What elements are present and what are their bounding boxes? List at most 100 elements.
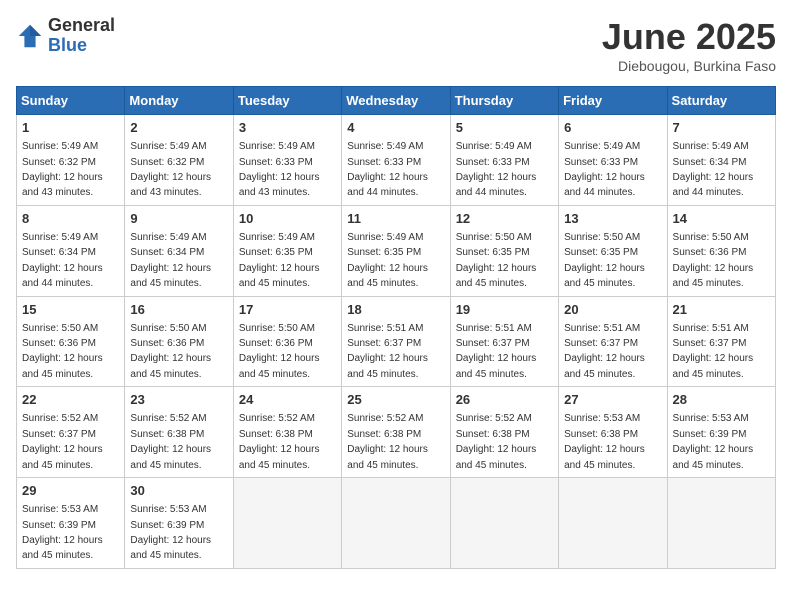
day-number: 28 bbox=[673, 391, 770, 409]
calendar-cell: 2 Sunrise: 5:49 AMSunset: 6:32 PMDaylight… bbox=[125, 115, 233, 206]
day-info: Sunrise: 5:50 AMSunset: 6:36 PMDaylight:… bbox=[22, 323, 103, 380]
logo-general-text: General bbox=[48, 16, 115, 36]
day-number: 16 bbox=[130, 301, 227, 319]
day-number: 20 bbox=[564, 301, 661, 319]
day-number: 3 bbox=[239, 119, 336, 137]
calendar-body: 1 Sunrise: 5:49 AMSunset: 6:32 PMDaylight… bbox=[17, 115, 776, 569]
day-info: Sunrise: 5:50 AMSunset: 6:36 PMDaylight:… bbox=[130, 323, 211, 380]
day-number: 11 bbox=[347, 210, 444, 228]
day-number: 25 bbox=[347, 391, 444, 409]
calendar-cell: 16 Sunrise: 5:50 AMSunset: 6:36 PMDayligh… bbox=[125, 296, 233, 387]
day-number: 22 bbox=[22, 391, 119, 409]
day-info: Sunrise: 5:50 AMSunset: 6:36 PMDaylight:… bbox=[673, 232, 754, 289]
calendar-cell: 30Sunrise: 5:53 AMSunset: 6:39 PMDayligh… bbox=[125, 478, 233, 569]
day-info: Sunrise: 5:49 AMSunset: 6:32 PMDaylight:… bbox=[130, 141, 211, 198]
calendar-header: Sunday Monday Tuesday Wednesday Thursday… bbox=[17, 87, 776, 115]
calendar-cell: 6 Sunrise: 5:49 AMSunset: 6:33 PMDaylight… bbox=[559, 115, 667, 206]
calendar-cell: 17Sunrise: 5:50 AMSunset: 6:36 PMDayligh… bbox=[233, 296, 341, 387]
day-info: Sunrise: 5:52 AMSunset: 6:38 PMDaylight:… bbox=[347, 413, 428, 470]
calendar-cell: 21Sunrise: 5:51 AMSunset: 6:37 PMDayligh… bbox=[667, 296, 775, 387]
header-monday: Monday bbox=[125, 87, 233, 115]
day-number: 14 bbox=[673, 210, 770, 228]
day-number: 2 bbox=[130, 119, 227, 137]
calendar-week-3: 15Sunrise: 5:50 AMSunset: 6:36 PMDayligh… bbox=[17, 296, 776, 387]
day-number: 18 bbox=[347, 301, 444, 319]
day-info: Sunrise: 5:49 AMSunset: 6:34 PMDaylight:… bbox=[130, 232, 211, 289]
logo-blue-text: Blue bbox=[48, 36, 115, 56]
day-number: 7 bbox=[673, 119, 770, 137]
header-wednesday: Wednesday bbox=[342, 87, 450, 115]
day-number: 4 bbox=[347, 119, 444, 137]
day-number: 17 bbox=[239, 301, 336, 319]
calendar-cell bbox=[342, 478, 450, 569]
calendar-cell: 10Sunrise: 5:49 AMSunset: 6:35 PMDayligh… bbox=[233, 205, 341, 296]
day-number: 27 bbox=[564, 391, 661, 409]
calendar-cell: 9 Sunrise: 5:49 AMSunset: 6:34 PMDaylight… bbox=[125, 205, 233, 296]
calendar-cell: 27 Sunrise: 5:53 AMSunset: 6:38 PMDayligh… bbox=[559, 387, 667, 478]
day-info: Sunrise: 5:52 AMSunset: 6:38 PMDaylight:… bbox=[239, 413, 320, 470]
day-info: Sunrise: 5:53 AMSunset: 6:38 PMDaylight:… bbox=[564, 413, 645, 470]
day-number: 13 bbox=[564, 210, 661, 228]
calendar-cell: 18Sunrise: 5:51 AMSunset: 6:37 PMDayligh… bbox=[342, 296, 450, 387]
month-title: June 2025 bbox=[602, 16, 776, 58]
calendar-cell: 14 Sunrise: 5:50 AMSunset: 6:36 PMDayligh… bbox=[667, 205, 775, 296]
day-number: 12 bbox=[456, 210, 553, 228]
calendar-cell: 13 Sunrise: 5:50 AMSunset: 6:35 PMDayligh… bbox=[559, 205, 667, 296]
calendar-cell: 7 Sunrise: 5:49 AMSunset: 6:34 PMDaylight… bbox=[667, 115, 775, 206]
calendar-cell: 3 Sunrise: 5:49 AMSunset: 6:33 PMDaylight… bbox=[233, 115, 341, 206]
day-info: Sunrise: 5:53 AMSunset: 6:39 PMDaylight:… bbox=[130, 504, 211, 561]
day-number: 5 bbox=[456, 119, 553, 137]
day-number: 10 bbox=[239, 210, 336, 228]
calendar-cell: 29Sunrise: 5:53 AMSunset: 6:39 PMDayligh… bbox=[17, 478, 125, 569]
calendar-cell: 15Sunrise: 5:50 AMSunset: 6:36 PMDayligh… bbox=[17, 296, 125, 387]
day-info: Sunrise: 5:49 AMSunset: 6:33 PMDaylight:… bbox=[239, 141, 320, 198]
calendar-cell: 23 Sunrise: 5:52 AMSunset: 6:38 PMDayligh… bbox=[125, 387, 233, 478]
calendar-week-2: 8 Sunrise: 5:49 AMSunset: 6:34 PMDaylight… bbox=[17, 205, 776, 296]
day-number: 1 bbox=[22, 119, 119, 137]
day-info: Sunrise: 5:53 AMSunset: 6:39 PMDaylight:… bbox=[22, 504, 103, 561]
day-info: Sunrise: 5:52 AMSunset: 6:38 PMDaylight:… bbox=[456, 413, 537, 470]
day-info: Sunrise: 5:50 AMSunset: 6:35 PMDaylight:… bbox=[564, 232, 645, 289]
header-sunday: Sunday bbox=[17, 87, 125, 115]
calendar-cell: 4 Sunrise: 5:49 AMSunset: 6:33 PMDaylight… bbox=[342, 115, 450, 206]
day-number: 6 bbox=[564, 119, 661, 137]
calendar-cell: 12Sunrise: 5:50 AMSunset: 6:35 PMDayligh… bbox=[450, 205, 558, 296]
day-info: Sunrise: 5:49 AMSunset: 6:33 PMDaylight:… bbox=[347, 141, 428, 198]
day-info: Sunrise: 5:52 AMSunset: 6:37 PMDaylight:… bbox=[22, 413, 103, 470]
day-info: Sunrise: 5:51 AMSunset: 6:37 PMDaylight:… bbox=[673, 323, 754, 380]
calendar-week-1: 1 Sunrise: 5:49 AMSunset: 6:32 PMDaylight… bbox=[17, 115, 776, 206]
day-info: Sunrise: 5:49 AMSunset: 6:34 PMDaylight:… bbox=[22, 232, 103, 289]
day-number: 9 bbox=[130, 210, 227, 228]
title-section: June 2025 Diebougou, Burkina Faso bbox=[602, 16, 776, 74]
calendar-cell: 11 Sunrise: 5:49 AMSunset: 6:35 PMDayligh… bbox=[342, 205, 450, 296]
header-tuesday: Tuesday bbox=[233, 87, 341, 115]
day-info: Sunrise: 5:53 AMSunset: 6:39 PMDaylight:… bbox=[673, 413, 754, 470]
calendar-cell: 24 Sunrise: 5:52 AMSunset: 6:38 PMDayligh… bbox=[233, 387, 341, 478]
calendar-cell bbox=[559, 478, 667, 569]
calendar-table: Sunday Monday Tuesday Wednesday Thursday… bbox=[16, 86, 776, 569]
calendar-cell bbox=[450, 478, 558, 569]
day-info: Sunrise: 5:49 AMSunset: 6:32 PMDaylight:… bbox=[22, 141, 103, 198]
logo-text: General Blue bbox=[48, 16, 115, 56]
calendar-cell: 25 Sunrise: 5:52 AMSunset: 6:38 PMDayligh… bbox=[342, 387, 450, 478]
day-info: Sunrise: 5:49 AMSunset: 6:33 PMDaylight:… bbox=[564, 141, 645, 198]
day-info: Sunrise: 5:49 AMSunset: 6:33 PMDaylight:… bbox=[456, 141, 537, 198]
calendar-cell: 22 Sunrise: 5:52 AMSunset: 6:37 PMDayligh… bbox=[17, 387, 125, 478]
day-number: 24 bbox=[239, 391, 336, 409]
calendar-week-5: 29Sunrise: 5:53 AMSunset: 6:39 PMDayligh… bbox=[17, 478, 776, 569]
weekday-row: Sunday Monday Tuesday Wednesday Thursday… bbox=[17, 87, 776, 115]
day-info: Sunrise: 5:49 AMSunset: 6:34 PMDaylight:… bbox=[673, 141, 754, 198]
day-info: Sunrise: 5:49 AMSunset: 6:35 PMDaylight:… bbox=[347, 232, 428, 289]
day-number: 26 bbox=[456, 391, 553, 409]
header-thursday: Thursday bbox=[450, 87, 558, 115]
logo: General Blue bbox=[16, 16, 115, 56]
day-number: 23 bbox=[130, 391, 227, 409]
day-info: Sunrise: 5:52 AMSunset: 6:38 PMDaylight:… bbox=[130, 413, 211, 470]
day-number: 8 bbox=[22, 210, 119, 228]
day-info: Sunrise: 5:51 AMSunset: 6:37 PMDaylight:… bbox=[456, 323, 537, 380]
day-info: Sunrise: 5:51 AMSunset: 6:37 PMDaylight:… bbox=[564, 323, 645, 380]
calendar-cell bbox=[233, 478, 341, 569]
calendar-cell bbox=[667, 478, 775, 569]
logo-icon bbox=[16, 22, 44, 50]
header-friday: Friday bbox=[559, 87, 667, 115]
